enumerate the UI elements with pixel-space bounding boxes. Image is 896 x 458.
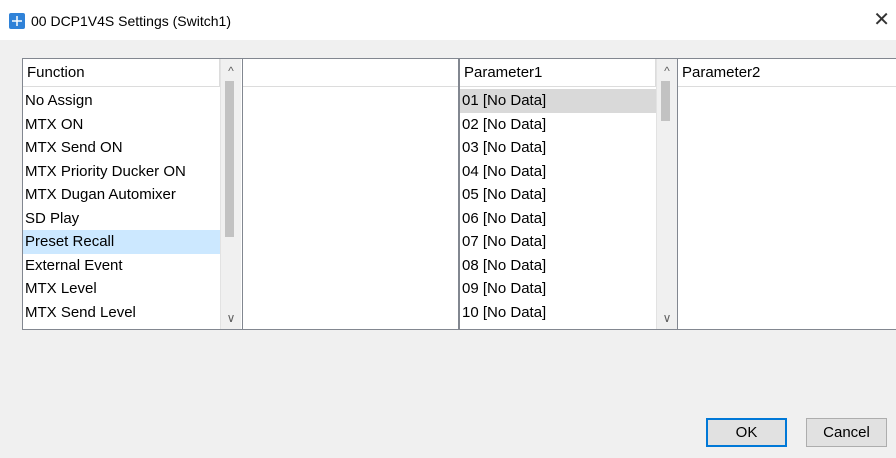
parameter1-scrollbar[interactable]: ^ ∨ [656,59,677,329]
scroll-thumb[interactable] [225,81,234,237]
function-list[interactable]: Function No Assign MTX ON MTX Send ON MTX P… [22,58,243,330]
cancel-button[interactable]: Cancel [806,418,887,447]
list-item[interactable]: MTX Send Level [23,301,220,325]
function-scrollbar[interactable]: ^ ∨ [220,59,241,329]
parameter2-header[interactable]: Parameter2 [678,59,896,87]
title-bar: 00 DCP1V4S Settings (Switch1) ✕ [0,0,896,40]
parameter1-header[interactable]: Parameter1 [460,59,656,87]
list-item[interactable]: 03 [No Data] [460,136,656,160]
list-item[interactable]: External Event [23,254,220,278]
scroll-up-icon[interactable]: ^ [221,61,241,81]
ok-button[interactable]: OK [706,418,787,447]
parameter1-list[interactable]: Parameter1 01 [No Data] 02 [No Data] 03 [N… [459,58,678,330]
middle-header [243,59,458,87]
list-item[interactable]: MTX Priority Ducker ON [23,160,220,184]
list-item[interactable]: 01 [No Data] [460,89,656,113]
list-item[interactable]: 10 [No Data] [460,301,656,325]
close-icon[interactable]: ✕ [873,10,890,30]
list-item[interactable]: 04 [No Data] [460,160,656,184]
middle-list[interactable] [243,58,459,330]
list-item[interactable]: Preset Recall [23,230,220,254]
list-item[interactable]: 08 [No Data] [460,254,656,278]
function-rows: No Assign MTX ON MTX Send ON MTX Priority D… [23,89,220,324]
list-item[interactable]: MTX Send ON [23,136,220,160]
window-title: 00 DCP1V4S Settings (Switch1) [31,13,231,29]
list-item[interactable]: MTX Level [23,277,220,301]
scroll-thumb[interactable] [661,81,670,121]
list-item[interactable]: MTX Dugan Automixer [23,183,220,207]
list-item[interactable]: SD Play [23,207,220,231]
app-icon [9,13,25,29]
list-item[interactable]: 06 [No Data] [460,207,656,231]
list-item[interactable]: MTX ON [23,113,220,137]
list-item[interactable]: 09 [No Data] [460,277,656,301]
parameter2-list[interactable]: Parameter2 [678,58,896,330]
list-item[interactable]: 02 [No Data] [460,113,656,137]
list-item[interactable]: 07 [No Data] [460,230,656,254]
list-item[interactable]: No Assign [23,89,220,113]
scroll-up-icon[interactable]: ^ [657,61,677,81]
function-header[interactable]: Function [23,59,220,87]
list-item[interactable]: 05 [No Data] [460,183,656,207]
scroll-down-icon[interactable]: ∨ [657,308,677,328]
parameter1-rows: 01 [No Data] 02 [No Data] 03 [No Data] 04 [… [460,89,656,324]
scroll-down-icon[interactable]: ∨ [221,308,241,328]
